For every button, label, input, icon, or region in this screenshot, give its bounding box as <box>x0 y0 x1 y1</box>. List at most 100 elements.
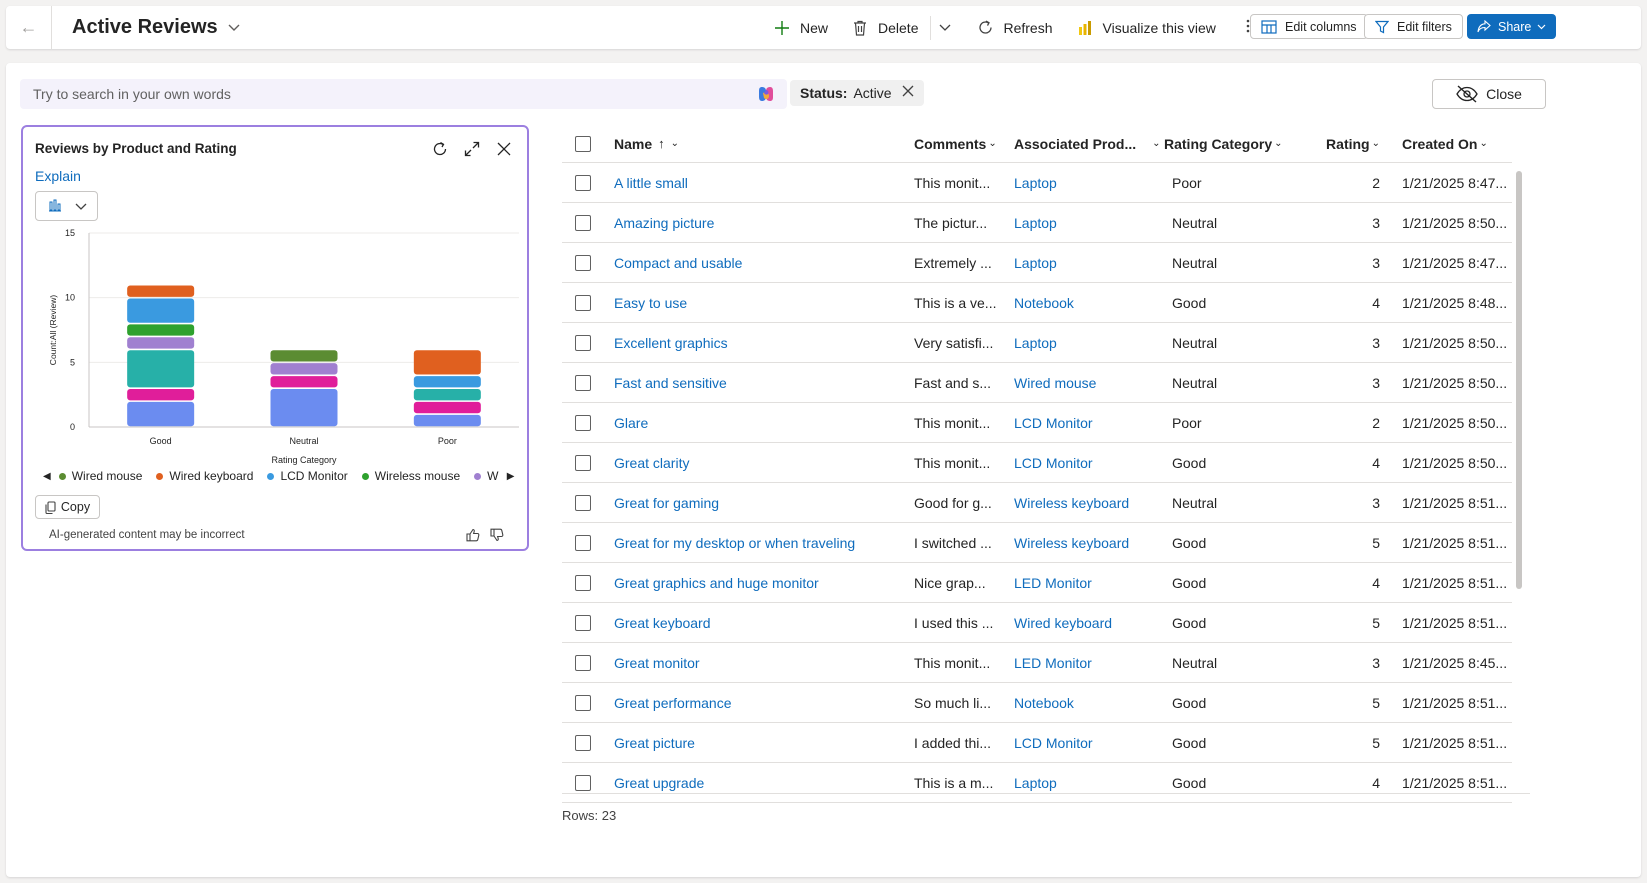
review-name-link[interactable]: Great performance <box>614 695 732 711</box>
refresh-chart-button[interactable] <box>431 139 449 159</box>
legend-item[interactable]: Wireless mouse <box>361 469 460 483</box>
row-checkbox[interactable] <box>575 654 591 671</box>
legend-item[interactable]: Wired mouse <box>58 469 142 483</box>
row-checkbox[interactable] <box>575 694 591 711</box>
product-link[interactable]: Laptop <box>1014 775 1057 791</box>
product-link[interactable]: Laptop <box>1014 255 1057 271</box>
table-row[interactable]: Great for gaming Good for g... Wireless ke… <box>562 483 1512 523</box>
table-row[interactable]: Fast and sensitive Fast and s... Wired mou… <box>562 363 1512 403</box>
product-link[interactable]: Wireless keyboard <box>1014 535 1129 551</box>
copy-button[interactable]: Copy <box>35 495 100 519</box>
review-name-link[interactable]: Easy to use <box>614 295 687 311</box>
new-button[interactable]: New <box>772 6 828 49</box>
product-link[interactable]: Notebook <box>1014 295 1074 311</box>
search-input[interactable]: Try to search in your own words <box>20 79 787 109</box>
product-link[interactable]: Laptop <box>1014 335 1057 351</box>
expand-chart-button[interactable] <box>463 139 481 159</box>
legend-prev-button[interactable]: ◀ <box>43 471 51 482</box>
thumbs-down-button[interactable] <box>489 527 505 543</box>
row-checkbox[interactable] <box>575 614 591 631</box>
review-name-link[interactable]: Glare <box>614 415 648 431</box>
product-link[interactable]: Wireless keyboard <box>1014 495 1129 511</box>
edit-columns-button[interactable]: Edit columns <box>1250 14 1368 39</box>
review-name-link[interactable]: Great picture <box>614 735 695 751</box>
row-checkbox[interactable] <box>575 174 591 191</box>
visualize-button[interactable]: Visualize this view <box>1075 6 1216 49</box>
table-row[interactable]: Great monitor This monit... LED Monitor Neu… <box>562 643 1512 683</box>
explain-link[interactable]: Explain <box>35 168 81 184</box>
row-checkbox[interactable] <box>575 334 591 351</box>
table-row[interactable]: Glare This monit... LCD Monitor Poor 2 1/21/2… <box>562 403 1512 443</box>
product-link[interactable]: LCD Monitor <box>1014 735 1093 751</box>
grid-scrollbar[interactable] <box>1516 171 1522 589</box>
column-header-associated-product[interactable]: Associated Prod... ⌄ <box>1014 136 1164 152</box>
row-checkbox[interactable] <box>575 454 591 471</box>
table-row[interactable]: Great clarity This monit... LCD Monitor Goo… <box>562 443 1512 483</box>
row-checkbox[interactable] <box>575 214 591 231</box>
row-checkbox[interactable] <box>575 294 591 311</box>
column-header-rating-category[interactable]: Rating Category ⌄ <box>1164 136 1324 152</box>
table-row[interactable]: Great for my desktop or when traveling I … <box>562 523 1512 563</box>
share-button[interactable]: Share <box>1467 14 1557 39</box>
more-delete-options-button[interactable] <box>931 6 959 49</box>
thumbs-up-button[interactable] <box>465 527 481 543</box>
legend-item[interactable]: W <box>474 469 498 483</box>
column-header-rating[interactable]: Rating ⌄ <box>1324 136 1382 152</box>
close-button[interactable]: Close <box>1432 79 1546 109</box>
close-chart-button[interactable] <box>495 139 513 159</box>
review-name-link[interactable]: Excellent graphics <box>614 335 728 351</box>
product-link[interactable]: Wired mouse <box>1014 375 1096 391</box>
table-row[interactable]: Great graphics and huge monitor Nice grap… <box>562 563 1512 603</box>
row-checkbox[interactable] <box>575 774 591 791</box>
row-checkbox[interactable] <box>575 574 591 591</box>
table-row[interactable]: Great upgrade This is a m... Laptop Good 4 1/… <box>562 763 1512 803</box>
product-link[interactable]: Laptop <box>1014 175 1057 191</box>
remove-filter-button[interactable] <box>902 84 914 102</box>
legend-item[interactable]: Wired keyboard <box>156 469 253 483</box>
table-row[interactable]: Great picture I added thi... LCD Monitor Go… <box>562 723 1512 763</box>
product-link[interactable]: LED Monitor <box>1014 655 1092 671</box>
review-name-link[interactable]: Fast and sensitive <box>614 375 727 391</box>
product-link[interactable]: Notebook <box>1014 695 1074 711</box>
table-row[interactable]: Great performance So much li... Notebook Go… <box>562 683 1512 723</box>
edit-filters-button[interactable]: Edit filters <box>1364 14 1463 39</box>
back-button[interactable]: ← <box>6 6 52 49</box>
table-row[interactable]: Excellent graphics Very satisfi... Laptop N… <box>562 323 1512 363</box>
copilot-icon[interactable] <box>757 85 775 106</box>
review-name-link[interactable]: Amazing picture <box>614 215 714 231</box>
row-checkbox[interactable] <box>575 374 591 391</box>
product-link[interactable]: Laptop <box>1014 215 1057 231</box>
row-checkbox[interactable] <box>575 254 591 271</box>
row-checkbox[interactable] <box>575 734 591 751</box>
review-name-link[interactable]: A little small <box>614 175 688 191</box>
review-name-link[interactable]: Great monitor <box>614 655 700 671</box>
product-link[interactable]: LCD Monitor <box>1014 455 1093 471</box>
row-checkbox[interactable] <box>575 534 591 551</box>
row-checkbox[interactable] <box>575 414 591 431</box>
row-checkbox[interactable] <box>575 494 591 511</box>
legend-item[interactable]: LCD Monitor <box>267 469 348 483</box>
column-header-name[interactable]: Name ↑ ⌄ <box>614 136 914 152</box>
column-header-comments[interactable]: Comments ⌄ <box>914 136 1014 152</box>
review-name-link[interactable]: Great keyboard <box>614 615 711 631</box>
product-link[interactable]: LED Monitor <box>1014 575 1092 591</box>
chart-type-selector[interactable] <box>35 191 98 221</box>
table-row[interactable]: Easy to use This is a ve... Notebook Good 4 1… <box>562 283 1512 323</box>
table-row[interactable]: A little small This monit... Laptop Poor 2 1/… <box>562 163 1512 203</box>
review-name-link[interactable]: Great for gaming <box>614 495 719 511</box>
delete-button[interactable]: Delete <box>850 6 918 49</box>
review-name-link[interactable]: Compact and usable <box>614 255 742 271</box>
select-all-checkbox[interactable] <box>575 135 591 152</box>
review-name-link[interactable]: Great graphics and huge monitor <box>614 575 819 591</box>
table-row[interactable]: Compact and usable Extremely ... Laptop Neu… <box>562 243 1512 283</box>
legend-next-button[interactable]: ▶ <box>507 471 515 482</box>
column-header-created-on[interactable]: Created On ⌄ <box>1382 136 1512 152</box>
product-link[interactable]: Wired keyboard <box>1014 615 1112 631</box>
refresh-button[interactable]: Refresh <box>975 6 1053 49</box>
review-name-link[interactable]: Great upgrade <box>614 775 704 791</box>
view-selector[interactable]: Active Reviews <box>72 16 240 39</box>
product-link[interactable]: LCD Monitor <box>1014 415 1093 431</box>
review-name-link[interactable]: Great clarity <box>614 455 689 471</box>
table-row[interactable]: Amazing picture The pictur... Laptop Neutra… <box>562 203 1512 243</box>
table-row[interactable]: Great keyboard I used this ... Wired keybo… <box>562 603 1512 643</box>
